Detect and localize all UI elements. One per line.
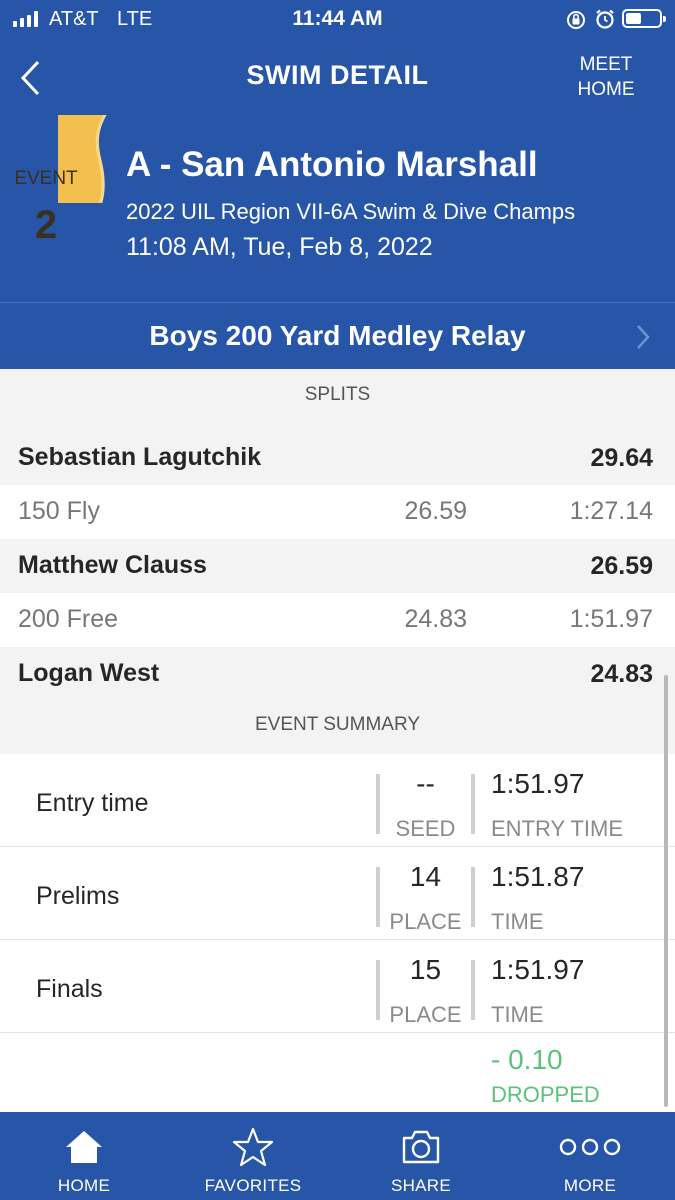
event-name: Boys 200 Yard Medley Relay — [149, 320, 526, 351]
battery-icon — [622, 9, 666, 28]
event-number: 2 — [34, 203, 58, 247]
place-caption: PLACE — [389, 909, 462, 934]
leg-row: 200 Free 24.83 1:51.97 — [0, 593, 675, 647]
summary-row-entry: Entry time -- SEED 1:51.97 ENTRY TIME — [0, 754, 675, 847]
leg-cumulative-time: 1:51.97 — [569, 605, 653, 633]
meet-home-line1: MEET — [579, 54, 633, 75]
time-caption: TIME — [491, 1002, 544, 1027]
time-caption: TIME — [491, 909, 544, 934]
summary-label: Entry time — [36, 789, 149, 817]
meet-home-button[interactable]: MEET HOME — [566, 52, 646, 102]
swimmer-row: Logan West 24.83 — [0, 647, 675, 701]
event-badge: EVENT 2 — [0, 115, 92, 302]
chevron-right-icon — [637, 325, 650, 349]
leg-distance: 150 Fly — [18, 497, 100, 525]
tab-more[interactable]: MORE — [506, 1112, 674, 1200]
swimmer-row: Sebastian Lagutchik 29.64 — [0, 431, 675, 485]
place-value: 15 — [409, 954, 442, 985]
summary-label: Prelims — [36, 882, 120, 910]
entry-time-caption: ENTRY TIME — [491, 816, 624, 841]
seed-value: -- — [416, 768, 435, 799]
dropped-caption: DROPPED — [491, 1082, 600, 1107]
meet-home-line2: HOME — [577, 79, 635, 100]
dropped-value: - 0.10 — [491, 1044, 563, 1075]
leg-lap-time: 24.83 — [404, 605, 467, 633]
entry-time-value: 1:51.97 — [491, 768, 585, 799]
time-value: 1:51.97 — [491, 954, 585, 985]
swimmer-name: Logan West — [18, 659, 160, 687]
time-value: 1:51.87 — [491, 861, 585, 892]
summary-row-finals: Finals 15 PLACE 1:51.97 TIME — [0, 940, 675, 1033]
meet-name: 2022 UIL Region VII-6A Swim & Dive Champ… — [126, 199, 576, 224]
event-datetime: 11:08 AM, Tue, Feb 8, 2022 — [126, 233, 433, 261]
tab-home[interactable]: HOME — [0, 1112, 168, 1200]
team-name: A - San Antonio Marshall — [126, 145, 538, 184]
swimmer-row: Matthew Clauss 26.59 — [0, 539, 675, 593]
more-icon — [559, 1138, 621, 1156]
nav-bar: SWIM DETAIL MEET HOME — [0, 40, 675, 115]
seed-caption: SEED — [395, 816, 456, 841]
column-divider — [471, 960, 475, 1020]
tab-favorites[interactable]: FAVORITES — [169, 1112, 337, 1200]
swimmer-split: 29.64 — [590, 444, 653, 472]
summary-row-prelims: Prelims 14 PLACE 1:51.87 TIME — [0, 847, 675, 940]
swimmer-split: 26.59 — [590, 552, 653, 580]
place-value: 14 — [409, 861, 442, 892]
time-dropped-row: - 0.10 DROPPED — [0, 1034, 675, 1112]
tab-label: FAVORITES — [204, 1176, 302, 1195]
tab-label: HOME — [57, 1176, 111, 1195]
home-icon — [66, 1131, 102, 1163]
summary-label: Finals — [36, 975, 103, 1003]
place-caption: PLACE — [389, 1002, 462, 1027]
column-divider — [471, 867, 475, 927]
swimmer-name: Sebastian Lagutchik — [18, 443, 262, 471]
tab-label: SHARE — [390, 1176, 452, 1195]
tab-label: MORE — [563, 1176, 617, 1195]
splits-header: SPLITS — [0, 369, 675, 431]
tab-share[interactable]: SHARE — [337, 1112, 505, 1200]
leg-cumulative-time: 1:27.14 — [569, 497, 653, 525]
event-header: EVENT 2 A - San Antonio Marshall 2022 UI… — [0, 115, 675, 302]
tab-bar: HOME FAVORITES SHARE MORE — [0, 1112, 675, 1200]
swimmer-name: Matthew Clauss — [18, 551, 207, 579]
alarm-icon — [596, 9, 614, 29]
column-divider — [471, 774, 475, 834]
event-label: EVENT — [14, 168, 78, 189]
camera-icon — [402, 1130, 440, 1164]
leg-lap-time: 26.59 — [404, 497, 467, 525]
orientation-lock-icon — [567, 11, 585, 29]
event-summary-header: EVENT SUMMARY — [0, 701, 675, 754]
scroll-indicator[interactable] — [664, 675, 668, 1107]
leg-distance: 200 Free — [18, 605, 119, 633]
leg-row: 150 Fly 26.59 1:27.14 — [0, 485, 675, 539]
status-bar: AT&T LTE 11:44 AM — [0, 0, 675, 40]
event-name-row[interactable]: Boys 200 Yard Medley Relay — [0, 302, 675, 369]
swimmer-split: 24.83 — [590, 660, 653, 688]
star-icon — [232, 1127, 274, 1167]
